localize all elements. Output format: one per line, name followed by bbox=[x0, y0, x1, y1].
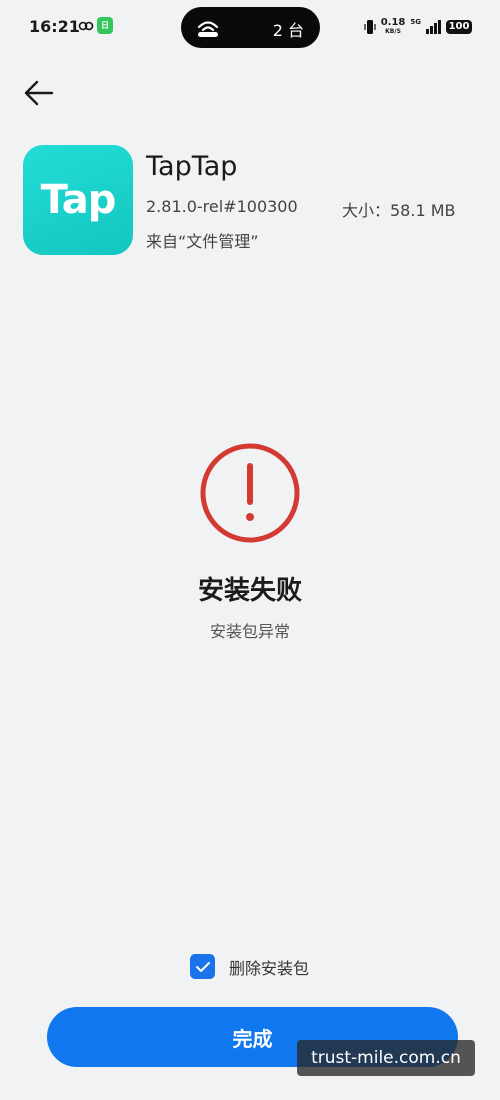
network-type: 5G bbox=[410, 18, 421, 26]
status-bar: 16:21 日 2 台 0.18 KB/S 5G 100 bbox=[0, 0, 500, 56]
network-speed: 0.18 KB/S bbox=[380, 17, 406, 36]
connected-devices-count: 2 台 bbox=[272, 21, 304, 40]
delete-package-option[interactable]: 删除安装包 bbox=[190, 954, 309, 979]
signal-icon bbox=[426, 20, 441, 34]
dynamic-island[interactable]: 2 台 bbox=[181, 7, 320, 48]
exclamation-circle-icon bbox=[200, 443, 300, 543]
app-size: 大小：58.1 MB bbox=[342, 201, 456, 220]
result-reason: 安装包异常 bbox=[209, 622, 290, 641]
cloud-sync-icon bbox=[78, 21, 94, 31]
delete-package-checkbox[interactable] bbox=[190, 954, 215, 979]
vibrate-icon bbox=[364, 20, 376, 34]
battery-icon: 100 bbox=[446, 20, 472, 34]
app-icon-logo: Tap bbox=[40, 177, 117, 223]
checkmark-icon bbox=[195, 961, 210, 972]
app-version: 2.81.0-rel#100300 bbox=[146, 197, 298, 216]
app-source: 来自“文件管理” bbox=[146, 232, 259, 251]
delete-package-label: 删除安装包 bbox=[229, 958, 310, 978]
hotspot-icon bbox=[197, 21, 219, 37]
app-name: TapTap bbox=[146, 151, 238, 182]
result-title: 安装失败 bbox=[197, 576, 302, 606]
app-icon: Tap bbox=[23, 145, 133, 255]
app-notification-icon: 日 bbox=[97, 17, 113, 34]
arrow-left-icon[interactable] bbox=[20, 74, 58, 112]
watermark: trust-mile.com.cn bbox=[297, 1040, 475, 1076]
status-icons: 0.18 KB/S 5G 100 bbox=[364, 16, 472, 38]
clock: 16:21 bbox=[29, 17, 80, 36]
